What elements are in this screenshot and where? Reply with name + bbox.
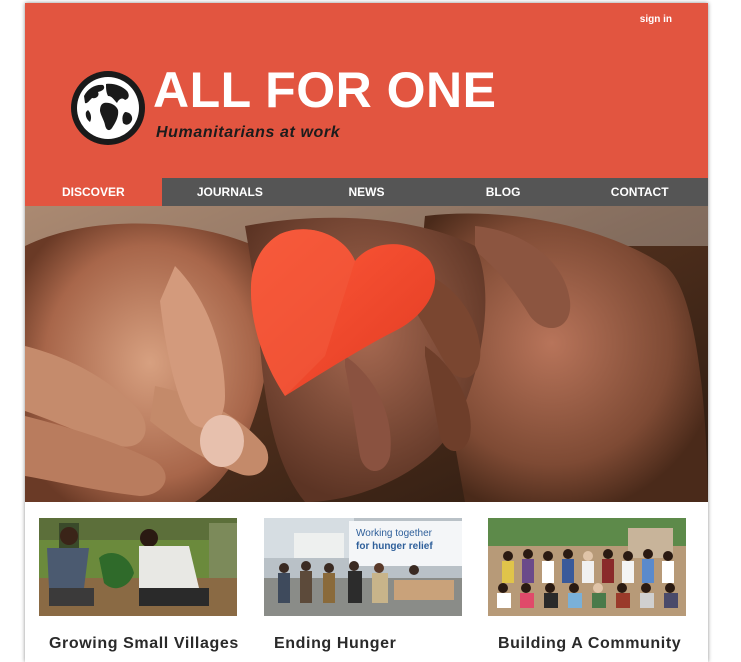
brand-tagline: Humanitarians at work (156, 124, 341, 141)
card-image (488, 518, 686, 616)
card-sign-line1: Working together (356, 528, 433, 539)
nav-journals[interactable]: JOURNALS (162, 178, 299, 206)
card-sign-line2: for hunger relief (356, 541, 433, 552)
main-nav: DISCOVER JOURNALS NEWS BLOG CONTACT (25, 178, 708, 206)
brand-title: ALL FOR ONE (153, 62, 497, 118)
sign-in-link[interactable]: sign in (640, 14, 672, 25)
card-image: Working together for hunger relief (264, 518, 462, 616)
nav-contact[interactable]: CONTACT (571, 178, 708, 206)
card-ending-hunger[interactable]: Working together for hunger relief Endin… (264, 518, 462, 652)
card-caption[interactable]: Ending Hunger (274, 635, 396, 653)
globe-logo-icon (71, 71, 145, 145)
nav-blog[interactable]: BLOG (435, 178, 572, 206)
card-growing-villages[interactable]: Growing Small Villages (39, 518, 238, 652)
page-frame: sign in ALL FOR ONE Humanitarians at wor… (25, 3, 708, 662)
site-header: sign in ALL FOR ONE Humanitarians at wor… (25, 3, 708, 178)
hero-image (25, 206, 708, 502)
card-caption[interactable]: Growing Small Villages (49, 635, 239, 653)
nav-discover[interactable]: DISCOVER (25, 178, 162, 206)
card-building-community[interactable]: Building A Community (488, 518, 686, 652)
nav-news[interactable]: NEWS (298, 178, 435, 206)
card-image (39, 518, 237, 616)
card-caption[interactable]: Building A Community (498, 635, 681, 653)
